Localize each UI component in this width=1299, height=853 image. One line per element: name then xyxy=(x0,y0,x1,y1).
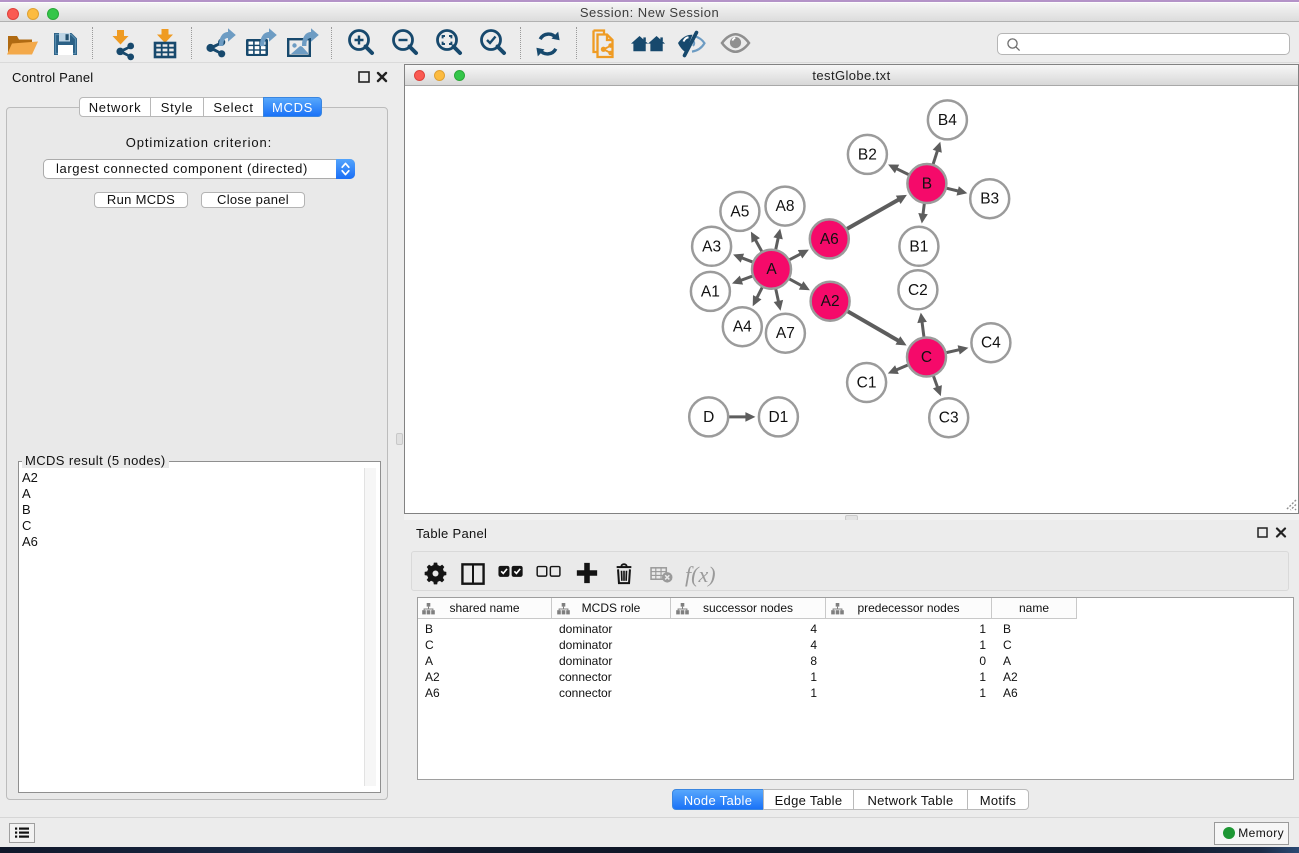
svg-text:B4: B4 xyxy=(938,112,957,129)
svg-text:A4: A4 xyxy=(733,319,752,336)
svg-text:B2: B2 xyxy=(858,146,877,163)
svg-text:C: C xyxy=(921,349,932,366)
svg-text:A5: A5 xyxy=(730,203,749,220)
svg-text:B3: B3 xyxy=(980,191,999,208)
svg-text:C3: C3 xyxy=(939,410,959,427)
svg-text:C2: C2 xyxy=(908,282,928,299)
svg-text:B: B xyxy=(922,176,932,193)
svg-text:A6: A6 xyxy=(820,231,839,248)
svg-text:A8: A8 xyxy=(776,198,795,215)
svg-text:D: D xyxy=(703,409,714,426)
svg-text:A7: A7 xyxy=(776,325,795,342)
svg-text:C4: C4 xyxy=(981,335,1001,352)
svg-text:A1: A1 xyxy=(701,283,720,300)
svg-text:D1: D1 xyxy=(768,409,788,426)
svg-text:A2: A2 xyxy=(821,293,840,310)
svg-text:A3: A3 xyxy=(702,238,721,255)
svg-text:A: A xyxy=(766,261,777,278)
svg-text:C1: C1 xyxy=(857,375,877,392)
svg-text:B1: B1 xyxy=(909,238,928,255)
